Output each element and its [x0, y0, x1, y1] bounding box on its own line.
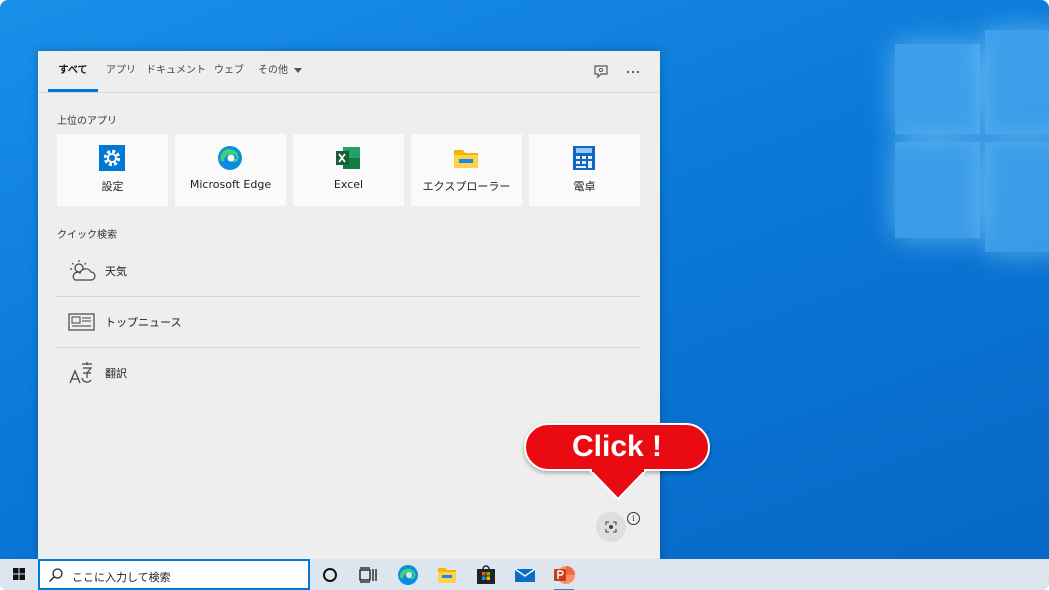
info-icon: i [632, 514, 635, 523]
cortana-icon [323, 568, 337, 582]
windows-start-icon [13, 568, 25, 580]
callout-arrow-icon [588, 469, 648, 501]
app-tile-excel[interactable]: Excel [293, 134, 404, 206]
taskbar: ここに入力して検索 [0, 559, 1049, 590]
tab-apps[interactable]: アプリ [104, 51, 138, 92]
windows-wallpaper-logo [895, 20, 1049, 260]
edge-icon [218, 146, 242, 170]
tab-label: ウェブ [214, 65, 244, 76]
top-apps-title: 上位のアプリ [57, 116, 117, 127]
search-panel: すべて アプリ ドキュメント ウェブ その他 上位のアプリ 設定 Microso… [38, 51, 660, 559]
app-tile-explorer[interactable]: エクスプローラー [411, 134, 522, 206]
start-button[interactable] [0, 559, 38, 590]
chevron-down-icon [294, 67, 302, 73]
feedback-button[interactable] [590, 61, 612, 83]
screenshot-search-button[interactable] [596, 512, 626, 542]
tab-more[interactable]: その他 [256, 51, 304, 92]
excel-icon [336, 147, 360, 169]
click-callout: Click ! [524, 423, 710, 471]
tab-label: アプリ [106, 65, 136, 76]
taskbar-edge[interactable] [395, 562, 421, 588]
app-tile-label: エクスプローラー [422, 180, 511, 193]
taskbar-mail[interactable] [512, 562, 538, 588]
task-view-button[interactable] [355, 562, 381, 588]
mail-icon [514, 568, 536, 582]
cortana-button[interactable] [317, 562, 343, 588]
info-button[interactable]: i [627, 512, 640, 525]
store-icon [477, 565, 495, 584]
folder-icon [438, 568, 456, 583]
ellipsis-icon [626, 70, 640, 74]
taskbar-store[interactable] [473, 562, 499, 588]
tab-documents[interactable]: ドキュメント [146, 51, 206, 92]
quick-search-translate[interactable]: 翻訳 [56, 348, 640, 398]
quick-search-label: 翻訳 [105, 367, 127, 380]
powerpoint-icon [554, 566, 575, 584]
folder-icon [454, 150, 478, 168]
tab-label: その他 [258, 65, 288, 76]
app-tile-settings[interactable]: 設定 [57, 134, 168, 206]
tab-label: すべて [58, 65, 88, 76]
tab-all[interactable]: すべて [48, 51, 98, 92]
quick-search-news[interactable]: トップニュース [56, 297, 640, 347]
edge-icon [398, 565, 418, 585]
taskbar-explorer[interactable] [434, 562, 460, 588]
search-tabs: すべて アプリ ドキュメント ウェブ その他 [38, 51, 660, 93]
app-tile-label: Microsoft Edge [189, 178, 272, 191]
search-icon [49, 568, 63, 582]
weather-icon [70, 260, 96, 281]
taskbar-search-box[interactable]: ここに入力して検索 [38, 559, 310, 590]
quick-search-title: クイック検索 [57, 230, 117, 241]
app-tile-calculator[interactable]: 電卓 [529, 134, 640, 206]
settings-gear-icon [99, 145, 125, 171]
quick-search-label: トップニュース [105, 316, 182, 329]
app-tile-label: 電卓 [573, 180, 596, 193]
tab-web[interactable]: ウェブ [212, 51, 246, 92]
desktop: すべて アプリ ドキュメント ウェブ その他 上位のアプリ 設定 Microso… [0, 0, 1049, 590]
quick-search-weather[interactable]: 天気 [56, 246, 640, 296]
task-view-icon [359, 567, 377, 583]
taskbar-powerpoint[interactable] [551, 562, 577, 590]
search-placeholder: ここに入力して検索 [72, 571, 171, 584]
callout-text: Click ! [571, 430, 663, 463]
more-options-button[interactable] [622, 61, 644, 83]
screen-capture-icon [605, 521, 617, 533]
feedback-icon [594, 65, 608, 79]
translate-icon [69, 362, 93, 384]
quick-search-label: 天気 [105, 265, 127, 278]
calculator-icon [573, 146, 595, 170]
news-icon [68, 313, 95, 331]
app-tile-label: 設定 [101, 180, 124, 193]
app-tile-edge[interactable]: Microsoft Edge [175, 134, 286, 206]
app-tile-label: Excel [333, 178, 364, 191]
tab-label: ドキュメント [146, 65, 206, 76]
